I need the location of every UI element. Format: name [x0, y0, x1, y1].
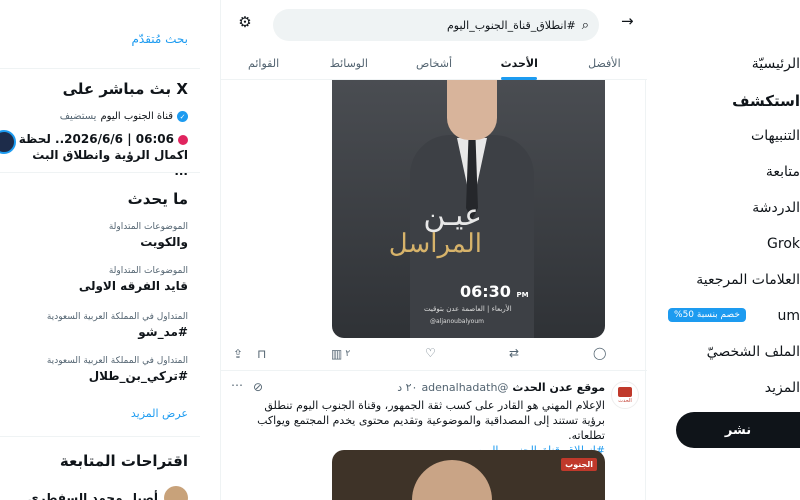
who-to-follow-title: اقتراحات المتابعة [59, 452, 188, 470]
show-title-line1: عيـن [423, 198, 482, 233]
settings-gear-icon[interactable]: ⚙ [235, 12, 255, 32]
share-icon[interactable]: ⇪ [233, 347, 243, 361]
media-badge: الجنوب [561, 458, 597, 471]
views-button[interactable]: ▥ ٢ [331, 347, 350, 361]
trend-context: الموضوعات المتداولة [108, 222, 188, 232]
nav-bookmarks[interactable]: العلامات المرجعية [696, 272, 800, 288]
trend-name: والكويت [140, 235, 188, 249]
trend-name: #تركي_بن_طلال [88, 369, 188, 383]
divider [0, 68, 200, 69]
nav-more[interactable]: المزيد [765, 380, 800, 396]
logo-mark [618, 386, 632, 397]
whats-happening-title: ما يحدث [127, 190, 188, 208]
avatar-text: الحدث [618, 397, 632, 404]
right-sidebar: بحث مُتقدّم بث مباشر على X ✓ قناة الجنوب… [0, 0, 200, 500]
main-timeline: ⚙ ⌕ → القوائم الوسائط أشخاص الأحدث الأفض… [220, 0, 647, 500]
show-time-suffix: PM [516, 291, 529, 299]
retweet-icon[interactable]: ⇄ [509, 346, 519, 360]
show-time-value: 06:30 [460, 282, 511, 301]
show-logo: عيـن المراسل [342, 198, 482, 259]
search-header: ⚙ ⌕ → القوائم الوسائط أشخاص الأحدث الأفض… [221, 0, 647, 80]
trend-item[interactable]: الموضوعات المتداولة والكويت [109, 222, 188, 249]
nav-notifications[interactable]: التنبيهات [751, 128, 800, 144]
show-more-link[interactable]: عرض المزيد [131, 407, 188, 420]
trend-name: قايد الفرقه الاولى [78, 279, 188, 293]
nav-chat[interactable]: الدردشة [752, 200, 800, 216]
show-social-handle: @aljanoubalyoum [430, 318, 484, 325]
divider [0, 436, 200, 437]
trend-item[interactable]: المتداول في المملكة العربية السعودية #مد… [47, 312, 188, 339]
like-icon[interactable]: ♡ [425, 346, 436, 360]
tweet-media-image[interactable]: عيـن المراسل 06:30 PM الأربعاء | العاصمة… [332, 80, 605, 338]
trend-context: الموضوعات المتداولة [108, 266, 188, 276]
bookmark-icon[interactable]: ⊓ [257, 347, 266, 361]
trend-item[interactable]: الموضوعات المتداولة قايد الفرقه الاولى [79, 266, 188, 293]
tab-media[interactable]: الوسائط [306, 46, 391, 80]
avatar[interactable]: الحدث [611, 381, 639, 409]
primary-nav: الرئيسيّة استكشف التنبيهات متابعة الدردش… [660, 0, 800, 500]
show-time: 06:30 PM [460, 282, 529, 301]
divider [0, 172, 200, 173]
media-figure [412, 460, 492, 500]
live-host-suffix: يستضيف [59, 111, 97, 122]
trend-name: #مد_شو [138, 325, 188, 339]
search-box[interactable]: ⌕ [273, 9, 599, 41]
views-count: ٢ [345, 349, 351, 359]
avatar [164, 486, 188, 500]
nav-explore[interactable]: استكشف [732, 92, 800, 110]
live-host[interactable]: ✓ قناة الجنوب اليوم يستضيف [60, 111, 188, 122]
tweet[interactable]: الحدث موقع عدن الحدث @adenalhadath ٢٠ د … [221, 370, 647, 500]
nav-grok[interactable]: Grok [767, 236, 800, 252]
tab-lists[interactable]: القوائم [221, 46, 306, 80]
views-icon: ▥ [331, 347, 343, 361]
tweet-text: الإعلام المهني هو القادر على كسب ثقة الج… [245, 398, 605, 458]
trend-item[interactable]: المتداول في المملكة العربية السعودية #تر… [47, 356, 188, 383]
tab-latest[interactable]: الأحدث [477, 46, 562, 80]
tweet-header: موقع عدن الحدث @adenalhadath ٢٠ د [397, 381, 605, 394]
trend-context: المتداول في المملكة العربية السعودية [46, 356, 188, 366]
search-icon: ⌕ [581, 17, 589, 33]
nav-profile[interactable]: الملف الشخصيّ [707, 344, 800, 360]
tweet-author-handle[interactable]: @adenalhadath [421, 381, 508, 394]
reply-icon[interactable]: ◯ [593, 346, 606, 360]
nav-premium[interactable]: um [777, 308, 800, 324]
tweet-timestamp[interactable]: ٢٠ د [397, 381, 417, 394]
trend-context: المتداول في المملكة العربية السعودية [46, 312, 188, 322]
tweet-body: الإعلام المهني هو القادر على كسب ثقة الج… [257, 399, 605, 442]
live-section-title: بث مباشر على X [62, 80, 188, 98]
tab-top[interactable]: الأفضل [562, 46, 647, 80]
advanced-search-link[interactable]: بحث مُتقدّم [131, 32, 188, 46]
search-tabs: القوائم الوسائط أشخاص الأحدث الأفضل [221, 46, 647, 80]
show-subtitle: الأربعاء | العاصمة عدن بتوقيت [424, 305, 512, 313]
post-button[interactable]: نشر [676, 412, 800, 448]
live-host-name: قناة الجنوب اليوم [100, 111, 173, 122]
more-options-icon[interactable]: ⋯ [231, 378, 243, 392]
live-avatar[interactable] [0, 130, 16, 154]
live-dot-icon [178, 134, 188, 145]
premium-discount-badge[interactable]: خصم بنسبة 50% [668, 308, 746, 322]
verified-icon: ✓ [177, 111, 188, 122]
grok-icon[interactable]: ⊘ [253, 380, 263, 394]
follow-name: أصيل محمد السفطري [27, 491, 158, 500]
search-input[interactable] [283, 18, 576, 32]
back-arrow-icon[interactable]: → [621, 12, 634, 30]
tab-people[interactable]: أشخاص [391, 46, 476, 80]
tweet-author-name[interactable]: موقع عدن الحدث [512, 381, 605, 394]
tweet-media-image[interactable]: الجنوب [332, 450, 605, 500]
nav-following[interactable]: متابعة [766, 164, 800, 180]
nav-home[interactable]: الرئيسيّة [752, 56, 800, 72]
follow-suggestion[interactable]: أصيل محمد السفطري [28, 486, 188, 500]
show-title-line2: المراسل [388, 229, 482, 259]
